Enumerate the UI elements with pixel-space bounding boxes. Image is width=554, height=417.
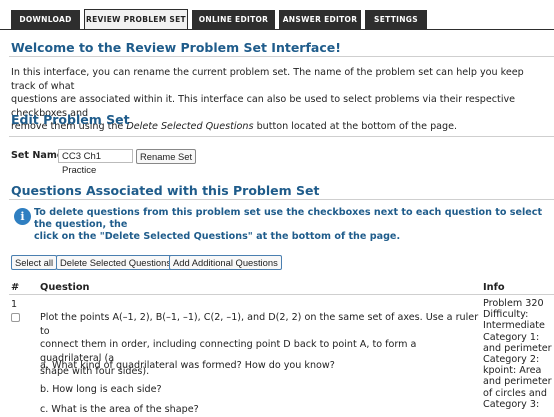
tab-settings[interactable]: SETTINGS bbox=[365, 10, 427, 30]
info-line: kpoint: Area bbox=[483, 365, 542, 377]
info-line: Category 2: bbox=[483, 354, 540, 366]
info-line: Category 1: bbox=[483, 331, 540, 343]
question-select-checkbox[interactable] bbox=[11, 313, 20, 322]
divider bbox=[9, 136, 554, 137]
question-info: Problem 320 Difficulty: Intermediate Cat… bbox=[483, 298, 554, 410]
question-number: 1 bbox=[11, 299, 18, 310]
question-part-c: c. What is the area of the shape? bbox=[40, 404, 199, 415]
column-header-number: # bbox=[11, 282, 20, 293]
main-tab-bar: DOWNLOAD REVIEW PROBLEM SET ONLINE EDITO… bbox=[0, 0, 554, 30]
text-fragment: button located at the bottom of the page… bbox=[253, 121, 458, 132]
tab-bar-underline bbox=[0, 29, 554, 30]
set-name-input[interactable]: CC3 Ch1 Practice bbox=[58, 149, 133, 176]
notice-line: To delete questions from this problem se… bbox=[34, 207, 543, 230]
divider bbox=[9, 199, 554, 200]
info-line: Category 3: bbox=[483, 398, 540, 410]
edit-problem-set-heading: Edit Problem Set bbox=[11, 112, 130, 127]
delete-selected-questions-button[interactable]: Delete Selected Questions bbox=[56, 255, 176, 270]
column-header-info: Info bbox=[483, 282, 505, 293]
info-line: and perimeter bbox=[483, 342, 552, 354]
rename-set-button[interactable]: Rename Set bbox=[136, 149, 197, 164]
question-line: Plot the points A(–1, 2), B(–1, –1), C(2… bbox=[40, 312, 479, 337]
info-line: of circles and bbox=[483, 387, 547, 399]
info-icon: i bbox=[14, 208, 31, 225]
notice-line: click on the "Delete Selected Questions"… bbox=[34, 231, 401, 242]
question-part-b: b. How long is each side? bbox=[40, 384, 162, 395]
question-part-a: a. What kind of quadrilateral was formed… bbox=[40, 360, 335, 371]
add-additional-questions-button[interactable]: Add Additional Questions bbox=[169, 255, 282, 270]
welcome-line: In this interface, you can rename the cu… bbox=[11, 67, 524, 92]
questions-heading: Questions Associated with this Problem S… bbox=[11, 183, 320, 198]
welcome-heading: Welcome to the Review Problem Set Interf… bbox=[11, 40, 341, 55]
divider bbox=[9, 56, 554, 57]
info-line: and perimeter bbox=[483, 376, 552, 388]
delete-instructions-notice: To delete questions from this problem se… bbox=[34, 207, 549, 243]
tab-review-problem-set[interactable]: REVIEW PROBLEM SET bbox=[84, 9, 188, 30]
tab-online-editor[interactable]: ONLINE EDITOR bbox=[192, 10, 275, 30]
select-all-button[interactable]: Select all bbox=[11, 255, 58, 270]
table-header-divider bbox=[9, 294, 554, 295]
tab-download[interactable]: DOWNLOAD bbox=[11, 10, 80, 30]
info-line: Difficulty: bbox=[483, 309, 529, 321]
delete-button-reference: Delete Selected Questions bbox=[126, 121, 254, 132]
tab-answer-editor[interactable]: ANSWER EDITOR bbox=[279, 10, 361, 30]
info-line: Intermediate bbox=[483, 320, 545, 332]
column-header-question: Question bbox=[40, 282, 90, 293]
info-line: Problem 320 bbox=[483, 298, 544, 309]
